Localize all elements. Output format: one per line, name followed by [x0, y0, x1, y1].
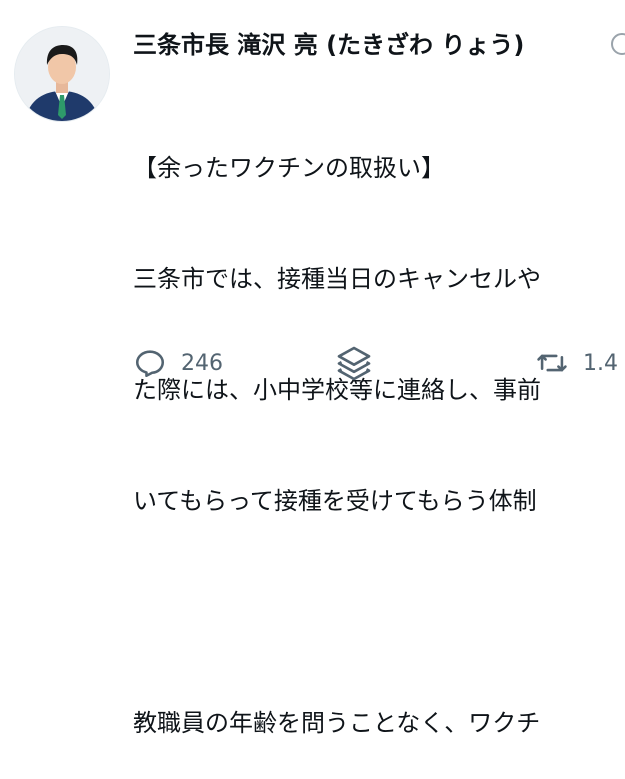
layers-icon — [337, 346, 371, 381]
reply-count: 246 — [181, 350, 223, 376]
avatar[interactable] — [15, 27, 109, 121]
tweet-line: 教職員の年齢を問うことなく、ワクチ — [133, 709, 541, 737]
verified-icon — [611, 33, 625, 55]
reply-button[interactable]: 246 — [133, 344, 223, 382]
tweet-text: 【余ったワクチンの取扱い】 三条市では、接種当日のキャンセルや た際には、小中学… — [133, 76, 541, 779]
retweet-count: 1.4 — [583, 350, 618, 376]
layers-button[interactable] — [331, 344, 377, 382]
retweet-button[interactable]: 1.4 — [535, 344, 618, 382]
tweet-line: いてもらって接種を受けてもらう体制 — [133, 487, 537, 515]
avatar-image — [15, 27, 109, 121]
reply-icon — [135, 350, 165, 378]
tweet-line: 【余ったワクチンの取扱い】 — [133, 154, 445, 182]
author-name[interactable]: 三条市長 滝沢 亮 (たきざわ りょう) — [133, 28, 524, 62]
tweet-line — [133, 594, 541, 631]
tweet-line: 三条市では、接種当日のキャンセルや — [133, 265, 541, 293]
retweet-icon — [537, 354, 567, 372]
